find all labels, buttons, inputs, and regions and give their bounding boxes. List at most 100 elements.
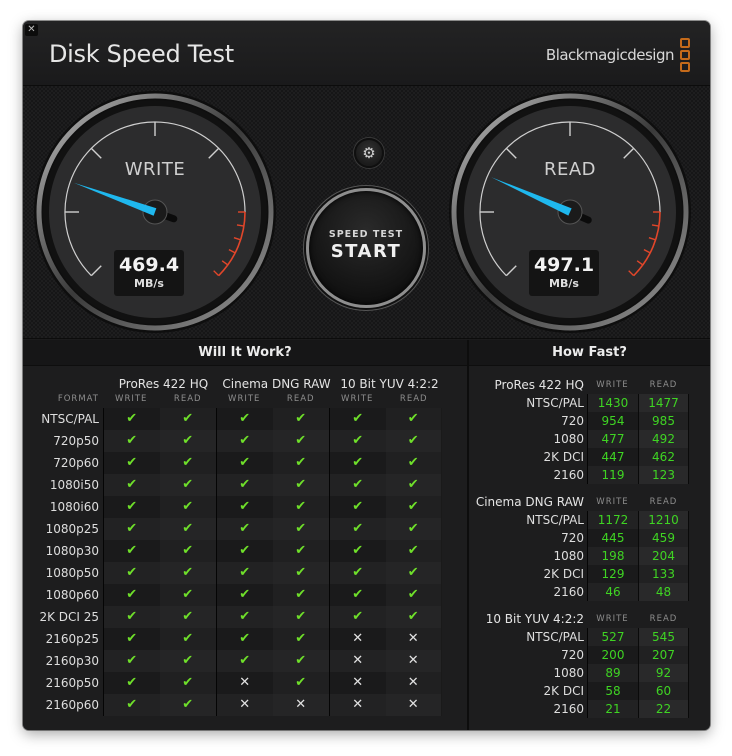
- cross-icon: ✕: [216, 672, 273, 694]
- check-icon: ✔: [159, 496, 216, 518]
- check-icon: ✔: [272, 430, 329, 452]
- check-icon: ✔: [385, 606, 442, 628]
- read-fps-value: 207: [638, 646, 689, 664]
- read-column-header: READ: [649, 380, 678, 390]
- table-row: 2160p60 ✔ ✔ ✕ ✕ ✕ ✕: [23, 694, 442, 716]
- subcolumn-header: WRITE: [341, 394, 374, 404]
- cross-icon: ✕: [329, 672, 386, 694]
- check-icon: ✔: [272, 496, 329, 518]
- start-button-label: START: [330, 241, 402, 262]
- table-row: 2K DCI 447 462: [469, 448, 710, 466]
- check-icon: ✔: [159, 694, 216, 716]
- check-icon: ✔: [159, 430, 216, 452]
- write-column-header: WRITE: [596, 497, 629, 507]
- check-icon: ✔: [272, 474, 329, 496]
- check-icon: ✔: [103, 430, 160, 452]
- section-header: ProRes 422 HQ WRITE READ: [469, 376, 710, 394]
- cross-icon: ✕: [385, 650, 442, 672]
- check-icon: ✔: [385, 562, 442, 584]
- check-icon: ✔: [329, 430, 386, 452]
- check-icon: ✔: [385, 452, 442, 474]
- write-gauge: WRITE 469.4 MB/s: [30, 87, 280, 337]
- check-icon: ✔: [216, 562, 273, 584]
- write-fps-value: 527: [587, 628, 638, 646]
- subcolumn-header: WRITE: [228, 394, 261, 404]
- section-header: Cinema DNG RAW WRITE READ: [469, 493, 710, 511]
- write-fps-value: 200: [587, 646, 638, 664]
- write-column-header: WRITE: [596, 380, 629, 390]
- format-name: NTSC/PAL: [41, 412, 99, 426]
- check-icon: ✔: [159, 584, 216, 606]
- write-fps-value: 119: [587, 466, 638, 484]
- table-row: 1080p50 ✔ ✔ ✔ ✔ ✔ ✔: [23, 562, 442, 584]
- format-name: 2160: [553, 585, 584, 599]
- write-fps-value: 58: [587, 682, 638, 700]
- cross-icon: ✕: [216, 694, 273, 716]
- read-gauge-dial: [449, 91, 691, 333]
- write-fps-value: 46: [587, 583, 638, 601]
- check-icon: ✔: [159, 452, 216, 474]
- read-fps-value: 92: [638, 664, 689, 682]
- read-fps-value: 123: [638, 466, 689, 484]
- read-column-header: READ: [649, 614, 678, 624]
- format-name: 1080: [553, 549, 584, 563]
- check-icon: ✔: [216, 496, 273, 518]
- check-icon: ✔: [385, 496, 442, 518]
- settings-button[interactable]: ⚙: [354, 138, 384, 168]
- format-name: 1080i50: [49, 478, 99, 492]
- write-fps-value: 447: [587, 448, 638, 466]
- check-icon: ✔: [159, 540, 216, 562]
- read-column-header: READ: [649, 497, 678, 507]
- format-name: 720: [561, 531, 584, 545]
- cross-icon: ✕: [272, 694, 329, 716]
- table-row: NTSC/PAL 1172 1210: [469, 511, 710, 529]
- write-speed-unit: MB/s: [134, 277, 164, 290]
- title-bar: ✕ Disk Speed Test Blackmagicdesign: [23, 21, 710, 85]
- check-icon: ✔: [385, 518, 442, 540]
- read-fps-value: 22: [638, 700, 689, 718]
- codec-header: 10 Bit YUV 4:2:2: [340, 377, 439, 391]
- table-row: 1080 89 92: [469, 664, 710, 682]
- read-speed-value: 497.1: [533, 254, 595, 276]
- read-fps-value: 133: [638, 565, 689, 583]
- check-icon: ✔: [272, 672, 329, 694]
- cross-icon: ✕: [385, 672, 442, 694]
- brand-logo: Blackmagicdesign: [546, 37, 690, 73]
- cross-icon: ✕: [329, 628, 386, 650]
- check-icon: ✔: [272, 540, 329, 562]
- check-icon: ✔: [159, 562, 216, 584]
- start-button[interactable]: SPEED TEST START: [306, 188, 426, 308]
- read-fps-value: 545: [638, 628, 689, 646]
- check-icon: ✔: [216, 650, 273, 672]
- read-fps-value: 459: [638, 529, 689, 547]
- will-it-work-rows: NTSC/PAL ✔ ✔ ✔ ✔ ✔ ✔ 720p50 ✔ ✔ ✔ ✔ ✔ ✔ 720p60 ✔ ✔ ✔ ✔ ✔ ✔ 10…: [23, 408, 442, 716]
- codec-headers: ProRes 422 HQ Cinema DNG RAW 10 Bit YUV 4:…: [107, 376, 446, 392]
- write-gauge-dial: [34, 91, 276, 333]
- check-icon: ✔: [272, 584, 329, 606]
- format-name: 1080: [553, 666, 584, 680]
- format-name: 720p60: [53, 456, 99, 470]
- write-column-header: WRITE: [596, 614, 629, 624]
- how-fast-title: How Fast?: [469, 340, 710, 366]
- close-button[interactable]: ✕: [25, 24, 38, 36]
- brand-name: Blackmagicdesign: [545, 46, 675, 64]
- read-speed-unit: MB/s: [549, 277, 579, 290]
- check-icon: ✔: [216, 474, 273, 496]
- read-fps-value: 492: [638, 430, 689, 448]
- check-icon: ✔: [103, 408, 160, 430]
- check-icon: ✔: [272, 452, 329, 474]
- write-speed-value: 469.4: [118, 254, 180, 276]
- check-icon: ✔: [159, 518, 216, 540]
- table-row: 1080p60 ✔ ✔ ✔ ✔ ✔ ✔: [23, 584, 442, 606]
- table-row: 2160 21 22: [469, 700, 710, 718]
- table-row: 2160p50 ✔ ✔ ✕ ✔ ✕ ✕: [23, 672, 442, 694]
- check-icon: ✔: [329, 452, 386, 474]
- table-row: 1080 198 204: [469, 547, 710, 565]
- check-icon: ✔: [272, 518, 329, 540]
- table-row: 1080p30 ✔ ✔ ✔ ✔ ✔ ✔: [23, 540, 442, 562]
- format-name: NTSC/PAL: [526, 396, 584, 410]
- subcolumn-header: READ: [399, 394, 428, 404]
- write-gauge-label: WRITE: [124, 159, 186, 180]
- how-fast-panel: How Fast? ProRes 422 HQ WRITE READ NTSC/PAL…: [469, 340, 710, 730]
- app-title: Disk Speed Test: [49, 40, 234, 68]
